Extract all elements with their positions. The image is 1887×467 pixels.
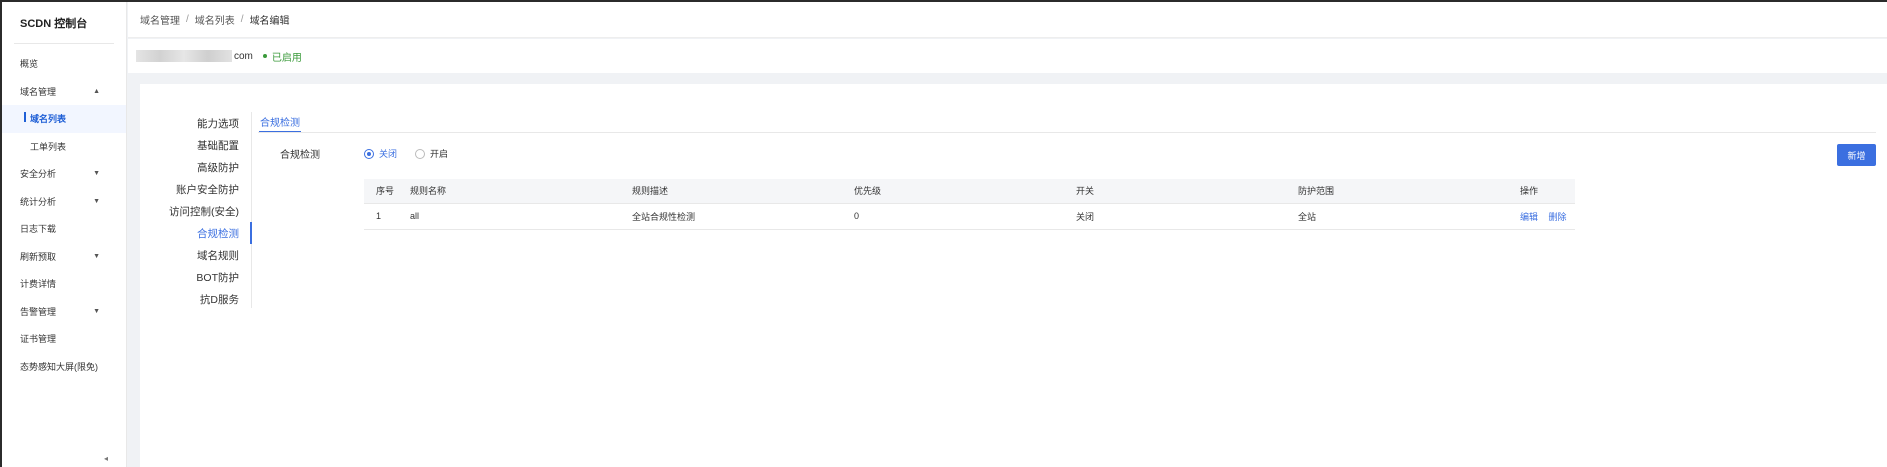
radio-on-label: 开启 <box>430 149 449 159</box>
domain-suffix: com <box>234 50 253 62</box>
compliance-radio-group: 关闭 开启 <box>364 147 466 160</box>
sidebar-item-label-wrap: 告警管理 <box>20 305 56 318</box>
sidebar-menu: 概览域名管理 ▲ 域名列表工单列表安全分析 ▼ 统计分析 ▼ 日志下载刷新预取 ▼ 计费详情告警… <box>2 50 126 380</box>
breadcrumb-separator: / <box>186 14 189 25</box>
sub-nav-item-3[interactable]: 账户安全防护 <box>140 178 251 200</box>
sidebar-item-label: 域名管理 <box>20 86 57 97</box>
cell-actions: 编辑 删除 <box>1508 203 1575 230</box>
sidebar: SCDN 控制台 概览域名管理 ▲ 域名列表工单列表安全分析 ▼ 统计分析 ▼ 日志下载刷新… <box>2 2 127 467</box>
add-rule-button[interactable]: 新增 <box>1837 144 1876 166</box>
sub-nav-item-1[interactable]: 基础配置 <box>140 134 251 156</box>
cell-scope: 全站 <box>1286 203 1508 230</box>
sidebar-item-10[interactable]: 证书管理 <box>2 325 126 353</box>
chevron-up-icon: ▲ <box>93 87 100 95</box>
breadcrumb-separator: / <box>240 14 244 25</box>
sidebar-item-label: 统计分析 <box>20 196 57 207</box>
sidebar-item-label-wrap: 域名列表 <box>24 112 66 125</box>
delete-link[interactable]: 删除 <box>1549 212 1567 222</box>
cell-index: 1 <box>364 203 398 230</box>
sidebar-item-label-wrap: 统计分析 <box>20 195 56 208</box>
sidebar-item-label-wrap: 安全分析 <box>20 167 56 180</box>
sidebar-item-4[interactable]: 安全分析 ▼ <box>2 160 126 188</box>
cell-rule-desc: 全站合规性检测 <box>620 203 842 230</box>
chevron-down-icon: ▼ <box>93 170 100 178</box>
sidebar-item-label-wrap: 域名管理 <box>20 85 56 98</box>
domain-header: com 已启用 <box>128 39 1887 73</box>
cell-priority: 0 <box>842 203 1064 230</box>
sidebar-item-0[interactable]: 概览 <box>2 50 126 78</box>
breadcrumb-item-domain-list[interactable]: 域名列表 <box>195 12 235 27</box>
chevron-down-icon: ▼ <box>93 197 100 205</box>
radio-on[interactable]: 开启 <box>415 147 448 160</box>
cell-rule-name: all <box>398 203 620 230</box>
sidebar-item-label: 概览 <box>20 59 39 70</box>
compliance-detection-label: 合规检测 <box>280 150 320 161</box>
radio-unchecked-icon <box>415 148 426 159</box>
sidebar-item-label-wrap: 刷新预取 <box>20 250 56 263</box>
status-text: 已启用 <box>271 52 302 64</box>
sidebar-item-8[interactable]: 计费详情 <box>2 270 126 298</box>
sidebar-item-label: 态势感知大屏(限免) <box>20 361 98 372</box>
status-dot <box>262 54 267 58</box>
sidebar-item-label-wrap: 态势感知大屏(限免) <box>20 360 98 373</box>
sidebar-item-6[interactable]: 日志下载 <box>2 215 126 243</box>
sidebar-item-label: 日志下载 <box>20 224 57 235</box>
sidebar-item-label: 安全分析 <box>20 169 57 180</box>
sidebar-item-7[interactable]: 刷新预取 ▼ <box>2 243 126 271</box>
column-header-priority: 优先级 <box>842 179 1064 204</box>
chevron-down-icon: ▼ <box>93 252 100 260</box>
sub-nav-item-8[interactable]: 抗D服务 <box>140 288 251 310</box>
breadcrumb: 域名管理 / 域名列表 / 域名编辑 <box>128 2 1887 38</box>
sub-nav-item-4[interactable]: 访问控制(安全) <box>140 200 251 222</box>
sidebar-item-label-wrap: 概览 <box>20 57 38 70</box>
sidebar-item-2[interactable]: 域名列表 <box>2 105 126 133</box>
sub-nav-item-7[interactable]: BOT防护 <box>140 266 251 288</box>
sidebar-item-5[interactable]: 统计分析 ▼ <box>2 188 126 216</box>
column-header-scope: 防护范围 <box>1286 179 1508 204</box>
sidebar-item-label: 刷新预取 <box>20 251 57 262</box>
sidebar-item-label: 证书管理 <box>20 334 57 345</box>
sidebar-item-label-wrap: 工单列表 <box>30 140 66 153</box>
column-header-index: 序号 <box>364 179 398 204</box>
sidebar-item-label: 告警管理 <box>20 306 57 317</box>
sub-nav-item-2[interactable]: 高级防护 <box>140 156 251 178</box>
collapse-sidebar-icon[interactable]: ◂ <box>104 454 108 463</box>
active-indicator <box>24 112 26 123</box>
cell-switch: 关闭 <box>1064 203 1286 230</box>
table-header-row: 序号 规则名称 规则描述 优先级 开关 防护范围 操作 <box>364 179 1575 204</box>
sub-nav-item-6[interactable]: 域名规则 <box>140 244 251 266</box>
sub-nav-item-5[interactable]: 合规检测 <box>140 222 252 244</box>
sidebar-item-1[interactable]: 域名管理 ▲ <box>2 78 126 106</box>
app-title: SCDN 控制台 <box>14 2 114 44</box>
radio-off[interactable]: 关闭 <box>364 147 397 160</box>
breadcrumb-item-domain-management[interactable]: 域名管理 <box>140 12 180 27</box>
column-header-actions: 操作 <box>1508 179 1575 204</box>
column-header-rule-desc: 规则描述 <box>620 179 842 204</box>
edit-link[interactable]: 编辑 <box>1520 212 1538 222</box>
sub-nav-item-0[interactable]: 能力选项 <box>140 112 251 134</box>
main-panel: 能力选项 基础配置 高级防护 账户安全防护 访问控制(安全) 合规检测 域名规则 BOT防护抗… <box>140 84 1887 467</box>
sidebar-item-9[interactable]: 告警管理 ▼ <box>2 298 126 326</box>
sidebar-item-11[interactable]: 态势感知大屏(限免) <box>2 353 126 381</box>
radio-off-label: 关闭 <box>379 149 398 159</box>
sidebar-item-label-wrap: 证书管理 <box>20 332 56 345</box>
column-header-rule-name: 规则名称 <box>398 179 620 204</box>
redacted-domain-name <box>136 50 232 62</box>
rules-table: 序号 规则名称 规则描述 优先级 开关 防护范围 操作 1 all 全站合规性检… <box>364 179 1575 230</box>
sidebar-item-3[interactable]: 工单列表 <box>2 133 126 161</box>
tab-compliance-detection[interactable]: 合规检测 <box>259 114 301 133</box>
sidebar-item-label-wrap: 日志下载 <box>20 222 56 235</box>
sidebar-item-label: 计费详情 <box>20 279 57 290</box>
sidebar-item-label: 域名列表 <box>30 114 67 125</box>
tab-divider <box>258 132 1876 133</box>
breadcrumb-item-domain-edit: 域名编辑 <box>249 16 290 27</box>
chevron-down-icon: ▼ <box>93 307 100 315</box>
settings-sub-nav: 能力选项 基础配置 高级防护 账户安全防护 访问控制(安全) 合规检测 域名规则 BOT防护抗… <box>140 112 252 308</box>
sidebar-item-label: 工单列表 <box>30 141 67 152</box>
table-row: 1 all 全站合规性检测 0 关闭 全站 编辑 删除 <box>364 203 1575 230</box>
column-header-switch: 开关 <box>1064 179 1286 204</box>
radio-checked-icon <box>364 148 374 159</box>
status-badge: 已启用 <box>262 49 302 64</box>
sidebar-item-label-wrap: 计费详情 <box>20 277 56 290</box>
